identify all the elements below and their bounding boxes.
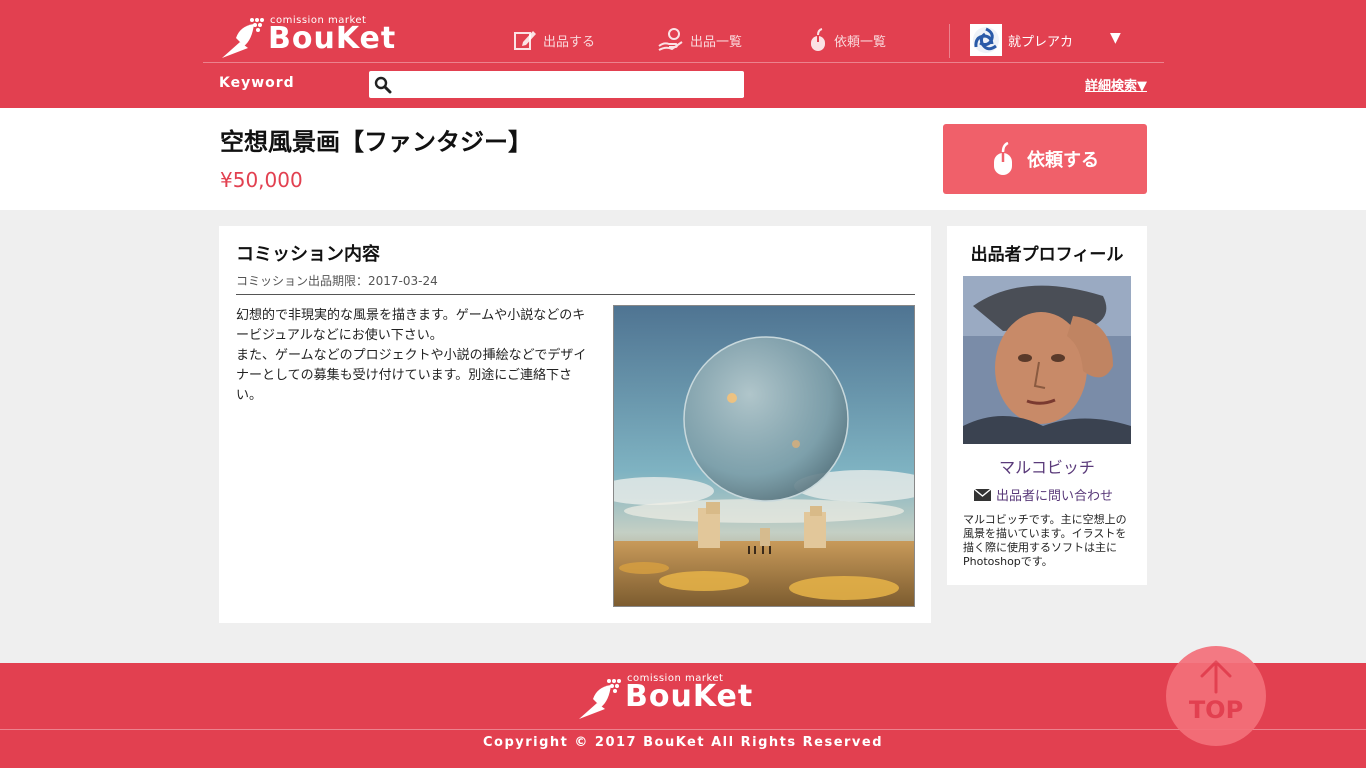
copyright-text: Copyright © 2017 BouKet All Rights Reser… [482,735,884,750]
seller-name-link[interactable]: マルコビッチ [947,454,1147,478]
nav-requests-label: 依頼一覧 [834,34,887,50]
nav-listings-label: 出品一覧 [690,34,743,50]
commission-deadline: コミッション出品期限：2017-03-24 [236,272,438,289]
mouse-icon [811,28,825,51]
user-avatar [970,24,1002,56]
site-footer: comission market BouKet Copyright © 2017… [0,663,1366,768]
description-paragraph: 幻想的で非現実的な風景を描きます。ゲームや小説などのキービジュアルなどにお使い下… [236,308,586,343]
seller-bio: マルコビッチです。主に空想上の風景を描いています。イラストを描く際に使用するソフ… [963,513,1127,568]
seller-profile-card: 出品者プロフィール マルコビッチ 出品者に問い合わせ マルコビッチです。主に空想… [947,226,1147,585]
search-icon[interactable] [374,76,392,94]
user-menu-caret-icon[interactable]: ▼ [1110,30,1121,46]
arrow-up-icon [1200,660,1232,694]
site-header: comission market BouKet 出品する 出品一覧 依頼一覧 就… [0,0,1366,108]
search-input[interactable] [396,72,744,97]
edit-icon [514,31,536,50]
request-button[interactable]: 依頼する [943,124,1147,194]
content-divider [236,294,915,295]
hand-icon [658,28,683,51]
back-to-top-button[interactable]: TOP [1166,646,1266,746]
bouquet-logo-icon [579,679,621,719]
title-band [0,108,1366,210]
envelope-icon [974,488,991,501]
commission-description: 幻想的で非現実的な風景を描きます。ゲームや小説などのキービジュアルなどにお使い下… [236,306,591,406]
artwork-image [613,305,915,607]
triskelion-icon [973,27,999,53]
footer-divider [0,729,1366,730]
header-inner: comission market BouKet 出品する 出品一覧 依頼一覧 就… [203,0,1164,108]
keyword-label: Keyword [219,75,295,91]
item-title: 空想風景画【ファンタジー】 [220,128,532,156]
header-divider [203,62,1164,63]
footer-logo-title: BouKet [625,679,754,714]
mouse-icon [994,142,1012,175]
item-price: ¥50,000 [220,168,303,192]
nav-sell-label: 出品する [543,34,596,50]
site-logo[interactable]: comission market BouKet [218,12,438,62]
footer-logo[interactable]: comission market BouKet [575,671,805,721]
bouquet-logo-icon [222,18,264,58]
user-menu[interactable]: 就プレアカ [970,24,1073,56]
search-box [369,71,744,98]
description-paragraph: また、ゲームなどのプロジェクトや小説の挿絵などでデザイナーとしての募集も受け付け… [236,348,587,403]
nav-requests[interactable]: 依頼一覧 [808,28,886,52]
detail-search-link[interactable]: 詳細検索▼ [1085,75,1147,94]
profile-heading: 出品者プロフィール [970,245,1124,265]
nav-listings[interactable]: 出品一覧 [658,28,742,52]
contact-seller-link[interactable]: 出品者に問い合わせ [974,485,1113,504]
nav-divider [949,24,950,58]
deadline-label: コミッション出品期限： [236,274,369,288]
back-to-top-label: TOP [1188,696,1244,724]
seller-photo[interactable] [963,276,1131,444]
nav-sell[interactable]: 出品する [513,28,595,52]
commission-heading: コミッション内容 [236,244,380,265]
deadline-value: 2017-03-24 [368,274,438,288]
request-button-label: 依頼する [1027,150,1099,171]
user-name: 就プレアカ [1008,34,1074,50]
commission-card: コミッション内容 コミッション出品期限：2017-03-24 幻想的で非現実的な… [219,226,931,623]
contact-seller-label: 出品者に問い合わせ [996,489,1114,504]
logo-title: BouKet [268,21,397,56]
